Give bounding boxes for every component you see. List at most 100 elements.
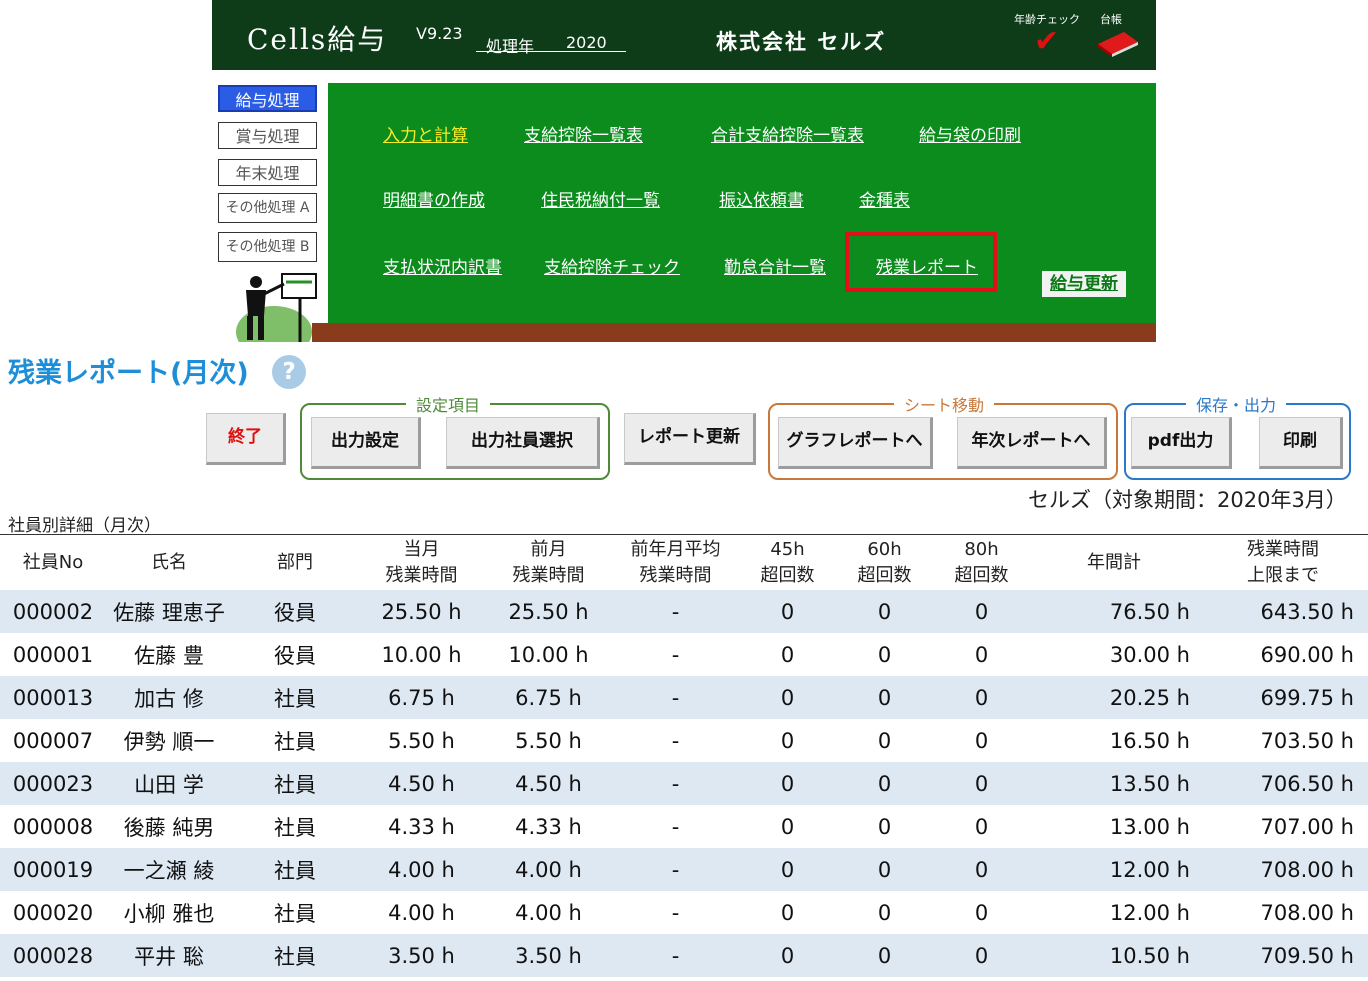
select-employees-button[interactable]: 出力社員選択 [446,417,600,469]
cell-employee-no: 000001 [12,642,94,667]
cell-over-80h: 0 [974,642,989,667]
table-row[interactable]: 000001 佐藤 豊 役員 10.00 h 10.00 h - 0 0 0 30.00 h 690… [0,633,1368,676]
header-text: 上限まで [1247,565,1319,586]
cell-department: 社員 [232,934,358,977]
checkmark-icon[interactable]: ✔ [1034,24,1059,59]
link-resident-tax-list[interactable]: 住民税納付一覧 [541,186,660,211]
refresh-report-button[interactable]: レポート更新 [624,413,756,465]
sidebar-item-other-b[interactable]: その他処理 B [218,232,317,262]
cell-over-80h: 0 [974,900,989,925]
link-transfer-request[interactable]: 振込依頼書 [719,186,804,211]
ledger-book-icon[interactable] [1094,30,1142,58]
sidebar-item-bonus[interactable]: 賞与処理 [218,122,317,149]
cell-name: 加古 修 [106,676,232,719]
cell-over-60h: 0 [877,728,892,753]
exit-button[interactable]: 終了 [206,413,286,465]
cell-prev-overtime: 25.50 h [485,590,612,633]
cell-employee-no: 000019 [0,848,106,891]
sidebar-item-year-end[interactable]: 年末処理 [218,159,317,186]
header-text: 超回数 [760,565,815,586]
help-icon[interactable]: ? [272,355,306,389]
year-underline [476,51,626,52]
pdf-output-button[interactable]: pdf出力 [1131,417,1232,469]
settings-group-title: 設定項目 [406,392,491,416]
cell-over-45h: 0 [739,934,836,977]
year-value: 2020 [566,33,607,52]
cell-employee-no: 000008 [12,814,94,839]
cell-over-60h: 0 [836,762,933,805]
cell-name: 小柳 雅也 [123,901,215,926]
table-row[interactable]: 000007 伊勢 順一 社員 5.50 h 5.50 h - 0 0 0 16.50 h 703.… [0,719,1368,762]
cell-annual-total: 16.50 h [1109,728,1190,753]
sidebar-item-other-a[interactable]: その他処理 A [218,193,317,223]
cell-prev-overtime: 10.00 h [508,642,589,667]
link-payment-deduction-list[interactable]: 支給控除一覧表 [524,121,643,146]
cell-remaining-to-limit: 706.50 h [1198,762,1368,805]
header-prev-overtime: 前月 残業時間 [485,536,612,590]
cell-remaining-to-limit: 708.00 h [1198,848,1368,891]
cell-name: 平井 聡 [106,934,232,977]
table-row[interactable]: 000013 加古 修社員 6.75 h 6.75 h -0 0 0 20.25 h 699.7… [0,676,1368,719]
cell-prev-year-avg: - [612,590,739,633]
table-header-row: 社員No 氏名 部門 当月 残業時間 前月 残業時間 前年月平均 残業時間 45h 超回数 60h 超回… [0,536,1368,590]
header-text: 残業時間 [385,565,458,586]
cell-over-45h: 0 [780,642,795,667]
header-annual-total: 年間計 [1030,536,1198,590]
cell-prev-overtime: 6.75 h [485,676,612,719]
cell-remaining-to-limit: 699.75 h [1198,676,1368,719]
link-denomination-table[interactable]: 金種表 [859,186,910,211]
header-current-overtime: 当月 残業時間 [358,536,485,590]
version-label: V9.23 [416,24,463,43]
cell-remaining-to-limit: 643.50 h [1198,590,1368,633]
to-annual-report-button[interactable]: 年次レポートへ [957,417,1107,469]
cell-remaining-to-limit: 707.00 h [1260,814,1354,839]
app-title: Cells給与 [247,23,388,56]
payroll-update-button[interactable]: 給与更新 [1042,271,1126,297]
cell-remaining-to-limit: 703.50 h [1260,728,1354,753]
cell-department: 役員 [274,643,316,668]
table-row[interactable]: 000008 後藤 純男 社員 4.33 h 4.33 h - 0 0 0 13.00 h 707.… [0,805,1368,848]
cell-prev-overtime: 4.50 h [485,762,612,805]
header-text: 社員No [22,552,84,573]
cell-over-80h: 0 [933,934,1030,977]
target-period: セルズ（対象期間：2020年3月） [1028,488,1347,512]
table-row[interactable]: 000023 山田 学社員 4.50 h 4.50 h -0 0 0 13.50 h 706.5… [0,762,1368,805]
link-attendance-total-list[interactable]: 勤怠合計一覧 [724,253,826,278]
sidebar-item-payroll[interactable]: 給与処理 [218,85,317,112]
section-label: 社員別詳細（月次） [8,516,161,536]
output-settings-button[interactable]: 出力設定 [311,417,421,469]
cell-employee-no: 000007 [12,728,94,753]
print-button[interactable]: 印刷 [1259,417,1343,469]
table-row[interactable]: 000028 平井 聡社員 3.50 h 3.50 h -0 0 0 10.50 h 709.5… [0,934,1368,977]
to-graph-report-button[interactable]: グラフレポートへ [778,417,933,469]
header-text: 前年月平均 [630,539,721,560]
cell-annual-total: 30.00 h [1109,642,1190,667]
cell-department: 社員 [232,762,358,805]
cell-current-overtime: 25.50 h [358,590,485,633]
cell-over-80h: 0 [933,590,1030,633]
link-payment-status-breakdown[interactable]: 支払状況内訳書 [383,253,502,278]
cell-remaining-to-limit: 690.00 h [1260,642,1354,667]
header-text: 部門 [277,552,313,573]
link-total-payment-deduction-list[interactable]: 合計支給控除一覧表 [711,121,864,146]
link-pay-envelope-print[interactable]: 給与袋の印刷 [919,121,1021,146]
cell-over-80h: 0 [933,848,1030,891]
ledger-label[interactable]: 台帳 [1100,11,1122,27]
table-row[interactable]: 000019 一之瀬 綾社員 4.00 h 4.00 h -0 0 0 12.00 h 708.… [0,848,1368,891]
cell-prev-year-avg: - [671,728,680,753]
table-row[interactable]: 000002 佐藤 理恵子 役員 25.50 h 25.50 h -0 0 0 76.50 h6… [0,590,1368,633]
cell-over-45h: 0 [739,848,836,891]
table-row[interactable]: 000020 小柳 雅也 社員 4.00 h 4.00 h - 0 0 0 12.00 h 708.… [0,891,1368,934]
cell-current-overtime: 4.00 h [358,848,485,891]
cell-department: 社員 [232,848,358,891]
cell-prev-overtime: 3.50 h [485,934,612,977]
link-payslip-create[interactable]: 明細書の作成 [383,186,485,211]
cell-over-45h: 0 [739,676,836,719]
cell-over-80h: 0 [974,728,989,753]
company-name: 株式会社 セルズ [716,30,887,54]
link-payment-deduction-check[interactable]: 支給控除チェック [544,253,680,278]
cell-prev-overtime: 5.50 h [515,728,582,753]
cell-remaining-to-limit: 709.50 h [1198,934,1368,977]
link-input-calc[interactable]: 入力と計算 [383,121,468,146]
cell-prev-year-avg: - [671,642,680,667]
